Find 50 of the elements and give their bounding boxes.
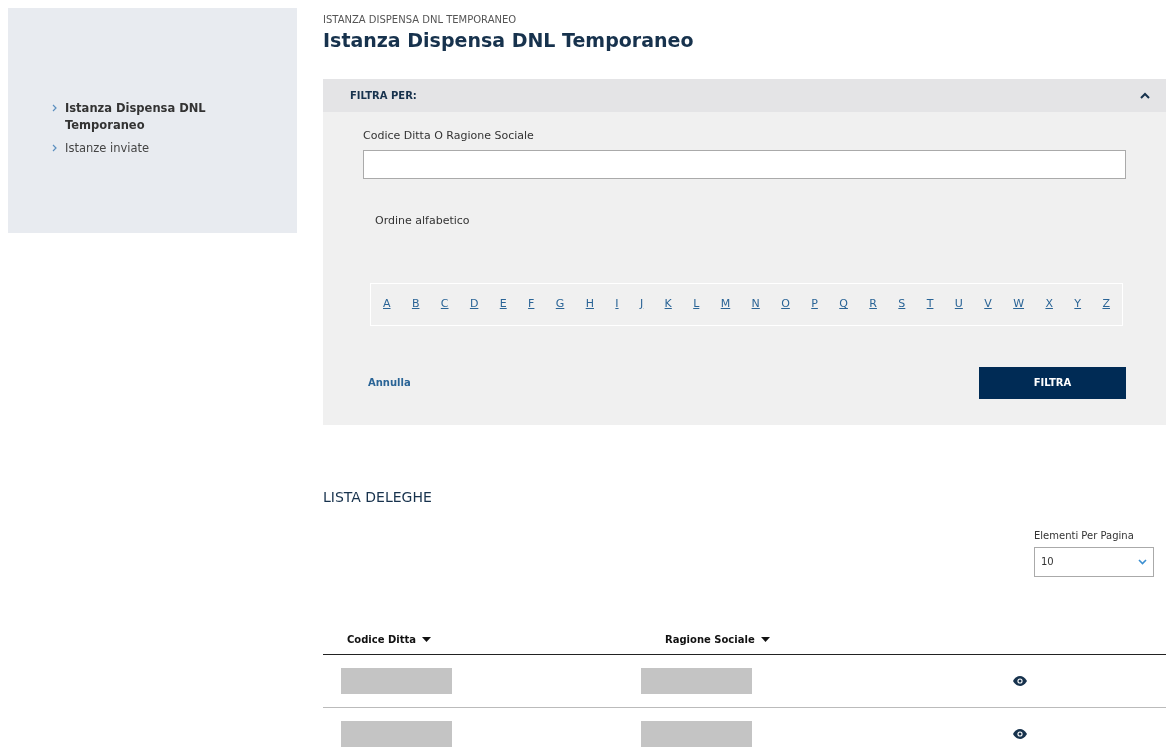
letter-link[interactable]: N (751, 296, 760, 313)
letter-link[interactable]: R (869, 296, 877, 313)
alphabet-label: Ordine alfabetico (375, 213, 471, 230)
filter-header[interactable]: FILTRA PER: (323, 78, 1166, 112)
letter-link[interactable]: E (499, 296, 507, 313)
field-label: Codice Ditta O Ragione Sociale (363, 127, 535, 144)
eye-icon[interactable] (1013, 675, 1027, 686)
letter-link[interactable]: B (411, 296, 420, 313)
letter-link[interactable]: S (898, 296, 906, 313)
eye-icon[interactable] (1013, 728, 1027, 739)
page-size-label: Elementi Per Pagina (1034, 528, 1135, 543)
letter-link[interactable]: V (984, 296, 992, 313)
letter-link[interactable]: Y (1074, 296, 1082, 313)
letter-link[interactable]: H (585, 296, 594, 313)
filter-heading: FILTRA PER: (350, 88, 417, 103)
letter-link[interactable]: U (954, 296, 963, 313)
letter-link[interactable]: M (720, 296, 731, 313)
section-title: LISTA DELEGHE (323, 487, 433, 507)
page-title: Istanza Dispensa DNL Temporaneo (323, 29, 695, 53)
column-header[interactable]: Ragione Sociale (665, 631, 755, 647)
letter-link[interactable]: Q (839, 296, 848, 313)
chevron-down-icon (1138, 558, 1147, 565)
sort-down-icon[interactable] (760, 636, 770, 642)
sort-down-icon[interactable] (422, 636, 432, 642)
page-size-select[interactable]: 10 (1034, 546, 1154, 577)
letter-link[interactable]: F (528, 296, 535, 313)
chevron-right-icon (52, 144, 57, 152)
letter-link[interactable]: K (664, 296, 672, 313)
letter-link[interactable]: X (1045, 296, 1053, 313)
letter-link[interactable]: L (693, 296, 700, 313)
letter-link[interactable]: I (615, 296, 619, 313)
letter-link[interactable]: Z (1102, 296, 1110, 313)
letter-link[interactable]: P (811, 296, 818, 313)
sidebar-item[interactable]: Istanza Dispensa DNL Temporaneo (65, 100, 215, 134)
letter-link[interactable]: W (1013, 296, 1025, 313)
letter-link[interactable]: O (781, 296, 790, 313)
sidebar-item[interactable]: Istanze inviate (65, 140, 150, 157)
breadcrumb: ISTANZA DISPENSA DNL TEMPORANEO (323, 13, 518, 27)
letter-link[interactable]: G (555, 296, 565, 313)
letter-link[interactable]: J (639, 296, 644, 313)
letter-link[interactable]: D (469, 296, 479, 313)
letter-link[interactable]: A (383, 296, 391, 313)
column-header[interactable]: Codice Ditta (347, 631, 417, 647)
chevron-right-icon (52, 104, 57, 112)
filter-button[interactable]: FILTRA (979, 366, 1126, 399)
cancel-link[interactable]: Annulla (368, 375, 411, 391)
caret-icon[interactable] (1140, 91, 1150, 99)
letter-link[interactable]: T (926, 296, 934, 313)
letter-link[interactable]: C (440, 296, 449, 313)
search-field[interactable] (363, 150, 1126, 180)
